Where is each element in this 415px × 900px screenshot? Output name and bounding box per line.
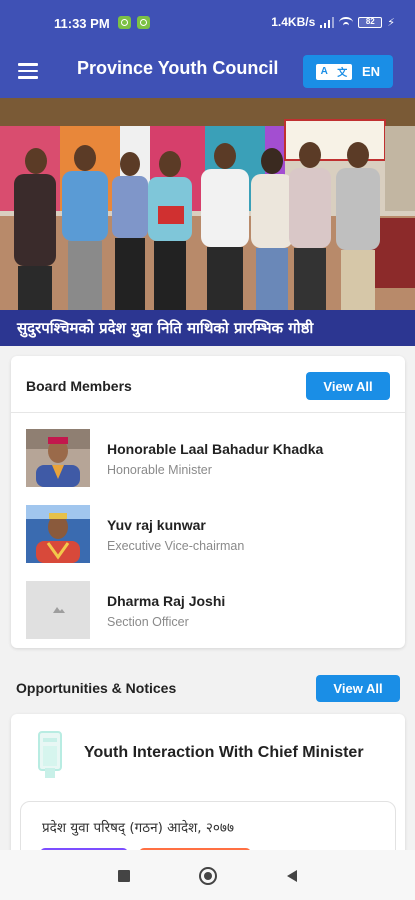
notification-app-icon <box>137 16 150 29</box>
opportunities-view-all-button[interactable]: View All <box>316 675 400 702</box>
board-member-item[interactable]: Honorable Laal Bahadur Khadka Honorable … <box>26 429 396 489</box>
status-time: 11:33 PM <box>54 16 110 31</box>
member-name: Dharma Raj Joshi <box>107 593 226 609</box>
opportunity-card[interactable]: Youth Interaction With Chief Minister प्… <box>11 714 405 871</box>
translate-icon: A文 <box>315 63 352 80</box>
language-toggle-button[interactable]: A文 EN <box>303 55 393 88</box>
board-members-title: Board Members <box>26 378 132 394</box>
system-navigation-bar <box>0 850 415 900</box>
member-avatar <box>26 429 90 487</box>
menu-icon[interactable] <box>18 58 44 84</box>
status-indicators: 1.4KB/s 82 ⚡ <box>271 15 395 29</box>
charging-icon: ⚡ <box>387 16 395 29</box>
back-icon[interactable] <box>283 866 303 886</box>
member-name: Yuv raj kunwar <box>107 517 206 533</box>
status-notification-icons <box>118 16 150 29</box>
board-members-card: Board Members View All Honorable Laal Ba… <box>11 356 405 648</box>
app-bar: Province Youth Council A文 EN <box>0 44 415 98</box>
board-member-item[interactable]: Yuv raj kunwar Executive Vice-chairman <box>26 505 396 565</box>
divider <box>11 412 405 413</box>
language-label: EN <box>361 64 381 79</box>
recent-apps-icon[interactable] <box>114 866 134 886</box>
member-role: Section Officer <box>107 615 189 629</box>
banner-caption: सुदुरपश्चिमको प्रदेश युवा निति माथिको प्… <box>0 310 415 346</box>
status-bar: 11:33 PM 1.4KB/s 82 ⚡ <box>0 0 415 44</box>
home-icon[interactable] <box>198 866 218 886</box>
network-speed: 1.4KB/s <box>271 15 316 29</box>
notice-title: प्रदेश युवा परिषद् (गठन) आदेश, २०७७ <box>42 820 234 836</box>
member-role: Executive Vice-chairman <box>107 539 245 553</box>
board-member-item[interactable]: Dharma Raj Joshi Section Officer <box>26 581 396 641</box>
signal-icon <box>320 16 335 28</box>
image-placeholder-icon <box>26 581 90 639</box>
board-members-view-all-button[interactable]: View All <box>306 372 390 400</box>
member-avatar <box>26 505 90 563</box>
notice-document-icon <box>33 728 75 784</box>
app-title: Province Youth Council <box>77 58 279 78</box>
banner-image[interactable]: सुदुरपश्चिमको प्रदेश युवा निति माथिको प्… <box>0 98 415 346</box>
member-role: Honorable Minister <box>107 463 212 477</box>
battery-icon: 82 <box>358 16 383 28</box>
member-name: Honorable Laal Bahadur Khadka <box>107 441 324 457</box>
wifi-icon <box>339 16 354 28</box>
opportunities-title: Opportunities & Notices <box>16 680 177 696</box>
opportunity-headline: Youth Interaction With Chief Minister <box>84 744 364 761</box>
notification-app-icon <box>118 16 131 29</box>
banner-photo <box>0 98 415 310</box>
